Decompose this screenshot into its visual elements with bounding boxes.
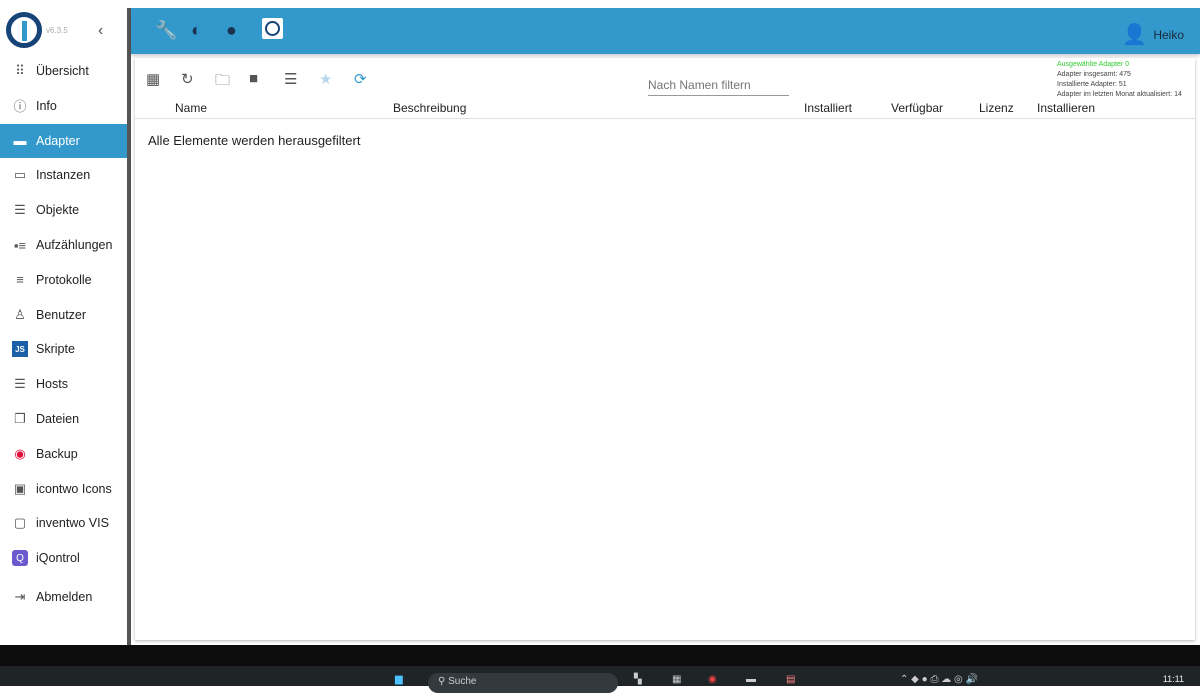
- expert-mode-icon[interactable]: ●: [226, 20, 237, 41]
- log-icon: ≡: [16, 272, 24, 288]
- name-filter-input[interactable]: [648, 74, 789, 96]
- installed-count: Installierte Adapter: 51: [1057, 81, 1127, 88]
- column-description[interactable]: Beschreibung: [393, 101, 466, 115]
- theme-icon[interactable]: ◐: [191, 20, 202, 41]
- column-install[interactable]: Installieren: [1037, 101, 1095, 115]
- logout-icon: ⇥: [14, 589, 26, 604]
- sidebar-item-label: Abmelden: [36, 590, 93, 604]
- sidebar-item-backup[interactable]: ◉ Backup: [0, 437, 127, 471]
- selected-count: Ausgewählte Adapter 0: [1057, 61, 1129, 68]
- enum-icon: ▪≡: [13, 237, 27, 253]
- sidebar-item-label: Hosts: [36, 377, 68, 392]
- sidebar-item-übersicht[interactable]: ⠿ Übersicht: [0, 54, 127, 88]
- sidebar-item-protokolle[interactable]: ≡ Protokolle: [0, 263, 127, 297]
- sidebar-item-abmelden[interactable]: ⇥ Abmelden: [0, 580, 127, 614]
- store-icon: ▬: [13, 133, 27, 149]
- sidebar-divider: [127, 8, 131, 645]
- icontwo-icon: ▣: [13, 480, 27, 496]
- wrench-icon[interactable]: 🔧: [155, 20, 177, 41]
- sidebar-item-label: Dateien: [36, 412, 80, 426]
- iobroker-logo: [6, 12, 42, 48]
- list-view-icon[interactable]: ☰: [284, 70, 297, 88]
- sidebar-item-aufzählungen[interactable]: ▪≡ Aufzählungen: [0, 228, 127, 262]
- star-icon[interactable]: ★: [319, 70, 332, 88]
- recently-updated-icon[interactable]: ⟳: [354, 70, 367, 88]
- clock: 11:11: [1162, 674, 1184, 684]
- calculator-icon[interactable]: ▦: [672, 674, 681, 685]
- windows-start-icon[interactable]: ▆: [395, 674, 403, 685]
- column-name[interactable]: Name: [175, 101, 207, 115]
- sidebar-item-label: Übersicht: [36, 64, 89, 78]
- user-menu[interactable]: 👤 Heiko: [1122, 22, 1184, 47]
- sidebar-item-info[interactable]: ⓘ Info: [0, 89, 127, 123]
- instances-icon: ▭: [13, 167, 27, 183]
- backup-icon: ◉: [14, 445, 26, 461]
- sidebar-item-dateien[interactable]: ❐ Dateien: [0, 402, 127, 436]
- sidebar-item-label: Objekte: [36, 203, 80, 218]
- user-avatar-icon: 👤: [1122, 24, 1148, 46]
- sidebar-item-label: inventwo VIS: [36, 516, 109, 531]
- sidebar-item-label: Backup: [36, 446, 78, 461]
- hosts-icon: ☰: [14, 376, 26, 392]
- files-icon: ❐: [14, 411, 26, 426]
- sidebar-item-label: Benutzer: [36, 307, 87, 322]
- sidebar-item-icontwo-icons[interactable]: ▣ icontwo Icons: [0, 472, 127, 506]
- adapter-stats: Ausgewählte Adapter 0 Adapter insgesamt:…: [1057, 60, 1182, 100]
- sidebar: v6.3.5 ‹ ⠿ Übersicht ⓘ Info ▬ Adapter ▭ Instanz…: [0, 8, 127, 645]
- terminal-icon[interactable]: ▬: [746, 674, 756, 685]
- user-name: Heiko: [1153, 27, 1184, 42]
- tile-view-icon[interactable]: ▦: [146, 70, 160, 88]
- folder-closed-icon[interactable]: ■: [249, 70, 258, 87]
- sidebar-item-label: Instanzen: [36, 168, 91, 183]
- chrome-icon[interactable]: ◉: [708, 674, 717, 685]
- refresh-icon[interactable]: ↻: [181, 70, 194, 88]
- header-divider: [135, 118, 1195, 119]
- sidebar-item-objekte[interactable]: ☰ Objekte: [0, 193, 127, 227]
- taskbar-search[interactable]: ⚲ Suche: [428, 673, 618, 693]
- screen-gap: [0, 645, 1200, 666]
- empty-message: Alle Elemente werden herausgefiltert: [148, 133, 361, 148]
- inventwo-icon: ▢: [13, 515, 27, 531]
- os-taskbar: ▆ ⚲ Suche ▚ ▦ ◉ ▬ ▤ ⌃ ◆ ● ⎙ ☁ ◎ 🔊 11:11: [0, 666, 1200, 693]
- tray-icons[interactable]: ⌃ ◆ ● ⎙ ☁ ◎ 🔊: [900, 674, 978, 685]
- column-available[interactable]: Verfügbar: [891, 101, 943, 115]
- sidebar-item-benutzer[interactable]: ♙ Benutzer: [0, 298, 127, 332]
- info-icon: ⓘ: [13, 99, 27, 115]
- app-active-icon[interactable]: ▤: [786, 674, 795, 685]
- sidebar-item-iqontrol[interactable]: QiQontrol: [0, 541, 127, 575]
- collapse-sidebar-button[interactable]: ‹: [98, 22, 103, 40]
- sidebar-item-label: Adapter: [36, 133, 80, 148]
- sidebar-item-label: Protokolle: [36, 272, 92, 287]
- list-icon: ☰: [14, 202, 26, 218]
- sidebar-item-skripte[interactable]: JS Skripte: [0, 332, 127, 366]
- total-count: Adapter insgesamt: 475: [1057, 71, 1131, 78]
- sidebar-item-label: Skripte: [36, 342, 75, 357]
- taskbar-search-label: Suche: [448, 676, 477, 687]
- top-bar: 🔧 ◐ ● 👤 Heiko: [131, 8, 1200, 54]
- adapter-panel: ▦ ↻ 🗀 ■ ☰ ★ ⟳ Ausgewählte Adapter 0 Adap…: [135, 58, 1195, 640]
- sidebar-item-hosts[interactable]: ☰ Hosts: [0, 367, 127, 401]
- sidebar-item-label: iQontrol: [36, 551, 80, 566]
- column-license[interactable]: Lizenz: [979, 101, 1014, 115]
- app-icon[interactable]: ▚: [634, 674, 642, 685]
- grid-icon: ⠿: [15, 63, 25, 78]
- iobroker-logo-button[interactable]: [262, 18, 283, 39]
- js-icon: JS: [12, 341, 28, 358]
- user-icon: ♙: [14, 306, 26, 322]
- sidebar-item-label: icontwo Icons: [36, 481, 112, 496]
- updated-count: Adapter im letzten Monat aktualisiert: 1…: [1057, 91, 1182, 98]
- sidebar-item-label: Info: [36, 98, 57, 113]
- column-installed[interactable]: Installiert: [804, 101, 852, 115]
- sidebar-item-instanzen[interactable]: ▭ Instanzen: [0, 158, 127, 192]
- iqontrol-icon: Q: [12, 550, 28, 567]
- version-label: v6.3.5: [46, 26, 68, 35]
- sidebar-item-inventwo-vis[interactable]: ▢ inventwo VIS: [0, 506, 127, 540]
- sidebar-item-label: Aufzählungen: [36, 238, 113, 252]
- folder-open-icon[interactable]: 🗀: [215, 70, 230, 95]
- sidebar-item-adapter[interactable]: ▬ Adapter: [0, 123, 127, 158]
